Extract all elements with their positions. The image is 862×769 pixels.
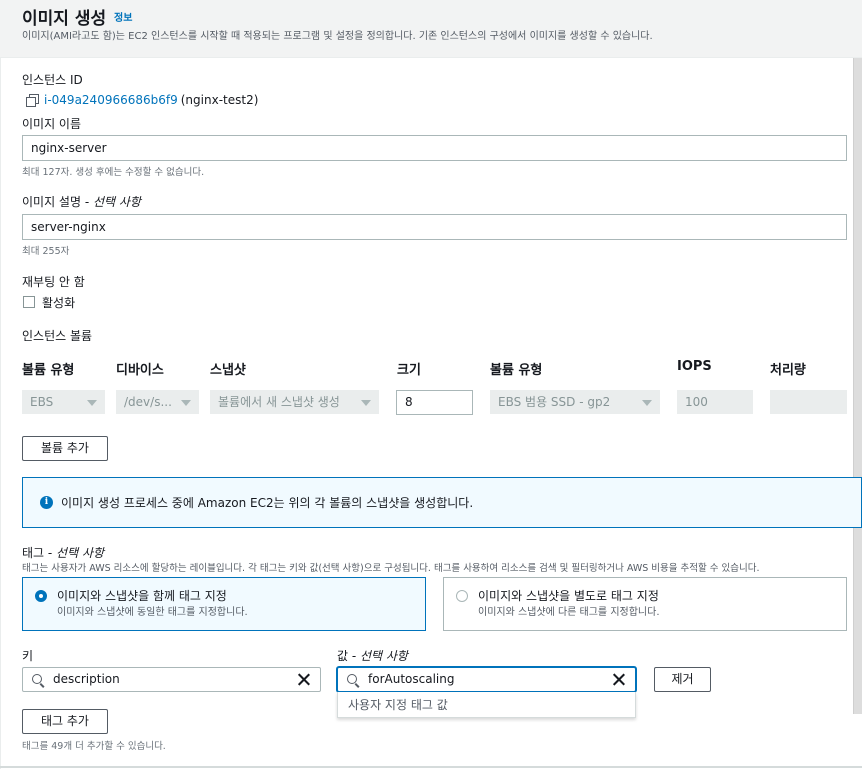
tile-description: 이미지와 스냅샷에 동일한 태그를 지정합니다. [57, 607, 248, 618]
tag-separately-option[interactable]: 이미지와 스냅샷을 별도로 태그 지정 이미지와 스냅샷에 다른 태그를 지정합… [443, 577, 847, 631]
info-alert: i 이미지 생성 프로세스 중에 Amazon EC2는 위의 각 볼륨의 스냅… [22, 477, 862, 528]
tile-title: 이미지와 스냅샷을 별도로 태그 지정 [478, 589, 659, 603]
info-alert-text: 이미지 생성 프로세스 중에 Amazon EC2는 위의 각 볼륨의 스냅샷을… [61, 496, 474, 510]
instance-id-link[interactable]: i-049a240966686b6f9 [44, 93, 178, 107]
clear-icon[interactable] [297, 673, 310, 686]
no-reboot-label: 재부팅 안 함 [22, 275, 85, 289]
col-volume-type: 볼륨 유형 [22, 363, 75, 378]
caret-down-icon [642, 400, 652, 406]
tag-together-option[interactable]: 이미지와 스냅샷을 함께 태그 지정 이미지와 스냅샷에 동일한 태그를 지정합… [22, 577, 426, 631]
instance-id-row: i-049a240966686b6f9 (nginx-test2) [26, 93, 258, 107]
optional-label: 선택 사항 [92, 195, 141, 209]
image-description-input[interactable]: server-nginx [22, 214, 847, 240]
col-iops: IOPS [677, 359, 712, 374]
tags-remaining-hint: 태그를 49개 더 추가할 수 있습니다. [22, 741, 166, 752]
snapshot-select: 볼륨에서 새 스냅샷 생성 [210, 390, 379, 414]
col-snapshot: 스냅샷 [210, 363, 246, 378]
col-device: 디바이스 [116, 363, 164, 378]
tag-key-label: 키 [22, 649, 34, 663]
page-description: 이미지(AMI라고도 함)는 EC2 인스턴스를 시작할 때 적용되는 프로그램… [22, 31, 653, 42]
left-border [0, 58, 1, 769]
radio-selected[interactable] [35, 590, 47, 602]
col-throughput: 처리량 [770, 363, 806, 378]
col-size: 크기 [397, 363, 421, 378]
custom-tag-value-option[interactable]: 사용자 지정 태그 값 [348, 696, 448, 713]
page-title: 이미지 생성 [22, 9, 107, 29]
tile-description: 이미지와 스냅샷에 다른 태그를 지정합니다. [478, 607, 660, 618]
info-icon: i [40, 496, 53, 509]
add-tag-button[interactable]: 태그 추가 [22, 709, 108, 734]
tag-value-input[interactable]: forAutoscaling [337, 667, 636, 692]
optional-label: 선택 사항 [56, 546, 105, 560]
scrollbar[interactable] [853, 58, 862, 714]
image-description-label: 이미지 설명 - 선택 사항 [22, 195, 141, 209]
tags-label: 태그 - 선택 사항 [22, 546, 105, 560]
tag-key-value: description [53, 672, 120, 686]
bottom-divider [0, 766, 862, 768]
image-name-input[interactable]: nginx-server [22, 135, 847, 161]
caret-down-icon [87, 400, 97, 406]
caret-down-icon [361, 400, 371, 406]
add-volume-button[interactable]: 볼륨 추가 [22, 436, 108, 461]
throughput-input [770, 390, 847, 414]
image-name-hint: 최대 127자. 생성 후에는 수정할 수 없습니다. [22, 167, 205, 178]
tags-description: 태그는 사용자가 AWS 리소스에 할당하는 레이블입니다. 각 태그는 키와 … [22, 563, 760, 574]
search-icon [347, 674, 357, 684]
tag-value-label: 값 - 선택 사항 [337, 649, 408, 663]
volume-size-input[interactable]: 8 [396, 390, 473, 415]
volume-type-select: EBS [22, 390, 105, 414]
search-icon [32, 674, 42, 684]
optional-label: 선택 사항 [360, 649, 408, 663]
image-name-label: 이미지 이름 [22, 117, 82, 131]
tag-value-value: forAutoscaling [368, 672, 455, 686]
copy-icon[interactable] [26, 94, 39, 107]
no-reboot-checkbox-label[interactable]: 활성화 [42, 294, 75, 311]
info-link[interactable]: 정보 [114, 9, 132, 24]
caret-down-icon [181, 400, 191, 406]
no-reboot-checkbox[interactable] [23, 296, 35, 308]
tag-value-dropdown: 사용자 지정 태그 값 [337, 692, 636, 718]
page-header: 이미지 생성 정보 이미지(AMI라고도 함)는 EC2 인스턴스를 시작할 때… [0, 0, 862, 58]
iops-input: 100 [677, 390, 753, 414]
device-select: /dev/s... [116, 390, 199, 414]
clear-icon[interactable] [612, 673, 625, 686]
instance-volumes-label: 인스턴스 볼륨 [22, 329, 93, 343]
tag-key-input[interactable]: description [22, 667, 321, 692]
col-ebs-type: 볼륨 유형 [490, 363, 543, 378]
ebs-type-select: EBS 범용 SSD - gp2 [490, 390, 660, 414]
tile-title: 이미지와 스냅샷을 함께 태그 지정 [57, 589, 227, 603]
image-description-hint: 최대 255자 [22, 246, 70, 257]
remove-tag-button[interactable]: 제거 [654, 667, 711, 692]
radio-unselected[interactable] [456, 590, 468, 602]
instance-id-label: 인스턴스 ID [22, 73, 83, 87]
instance-name: (nginx-test2) [180, 93, 259, 107]
